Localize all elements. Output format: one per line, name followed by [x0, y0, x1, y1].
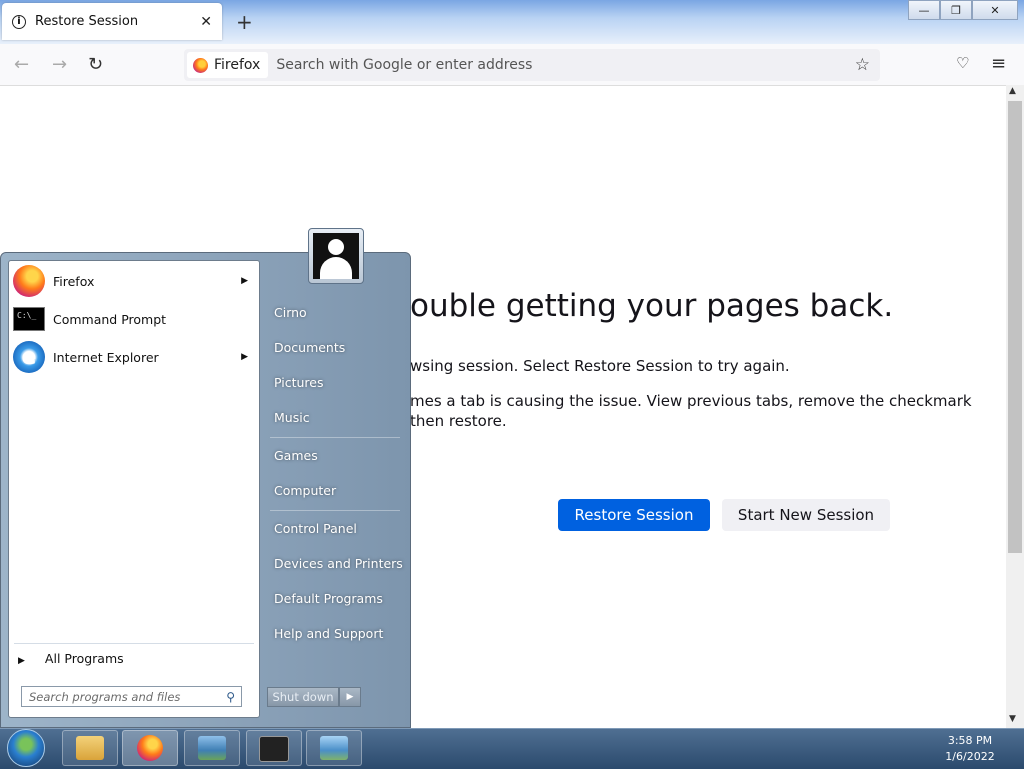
taskbar-firefox[interactable] [122, 730, 178, 766]
url-bar[interactable]: Firefox Search with Google or enter addr… [184, 49, 880, 81]
start-right-item-help-and-support[interactable]: Help and Support [274, 626, 383, 641]
clock-time: 3:58 PM [947, 734, 993, 747]
start-right-item-control-panel[interactable]: Control Panel [274, 521, 357, 536]
internet-explorer-icon: e [13, 341, 45, 373]
start-right-item-user[interactable]: Cirno [274, 305, 307, 320]
firefox-icon [13, 265, 45, 297]
star-icon[interactable]: ☆ [855, 55, 870, 75]
search-placeholder: Search programs and files [29, 689, 181, 704]
all-programs-button[interactable]: ▶ All Programs [18, 651, 124, 666]
submenu-arrow-icon: ▶ [241, 352, 248, 362]
command-prompt-icon: C:\_ [13, 307, 45, 331]
pocket-icon[interactable]: ♡ [956, 54, 969, 72]
url-input[interactable]: Search with Google or enter address [276, 57, 532, 73]
start-right-item-music[interactable]: Music [274, 410, 310, 425]
hamburger-menu-icon[interactable]: ≡ [991, 53, 1006, 74]
shut-down-button[interactable]: Shut down [267, 687, 339, 707]
start-new-session-button[interactable]: Start New Session [722, 499, 890, 531]
scroll-down-arrow-icon[interactable]: ▼ [1009, 714, 1016, 724]
program-label: Internet Explorer [53, 349, 159, 365]
start-right-item-devices-and-printers[interactable]: Devices and Printers [274, 556, 403, 571]
arrow-right-icon: ▶ [18, 656, 25, 666]
media-icon [320, 736, 348, 760]
new-tab-button[interactable]: + [236, 10, 253, 34]
info-icon: i [12, 14, 26, 29]
description-line-2: mes a tab is causing the issue. View pre… [410, 392, 972, 410]
taskbar-photo-viewer[interactable] [184, 730, 240, 766]
all-programs-label: All Programs [44, 651, 124, 666]
identity-label: Firefox [214, 57, 261, 73]
tab-title: Restore Session [35, 14, 139, 29]
taskbar-app[interactable] [246, 730, 302, 766]
separator [270, 437, 400, 438]
shut-down-options-arrow-icon[interactable]: ▶ [339, 687, 361, 707]
start-right-item-default-programs[interactable]: Default Programs [274, 591, 383, 606]
folder-icon [76, 736, 104, 760]
system-clock[interactable]: 3:58 PM 1/6/2022 [940, 733, 1000, 765]
tab-restore-session[interactable]: i Restore Session ✕ [2, 3, 222, 40]
user-avatar[interactable] [308, 228, 364, 284]
scrollbar-thumb[interactable] [1008, 101, 1022, 553]
reload-button[interactable]: ↻ [88, 54, 103, 75]
application-icon [259, 736, 289, 762]
firefox-icon [137, 735, 163, 761]
back-button[interactable]: ← [14, 54, 29, 75]
start-program-firefox[interactable]: Firefox ▶ [10, 264, 258, 298]
identity-box[interactable]: Firefox [187, 52, 269, 78]
firefox-logo-icon [193, 57, 208, 73]
start-right-item-computer[interactable]: Computer [274, 483, 336, 498]
program-label: Firefox [53, 273, 95, 289]
start-program-internet-explorer[interactable]: e Internet Explorer ▶ [10, 340, 258, 374]
program-label: Command Prompt [53, 311, 167, 327]
start-button[interactable] [7, 729, 45, 767]
restore-session-button[interactable]: Restore Session [558, 499, 710, 531]
separator [14, 643, 254, 644]
start-right-item-documents[interactable]: Documents [274, 340, 345, 355]
start-program-command-prompt[interactable]: C:\_ Command Prompt [10, 302, 258, 336]
page-title: ouble getting your pages back. [410, 288, 894, 324]
search-icon[interactable]: ⚲ [226, 690, 235, 704]
taskbar-explorer[interactable] [62, 730, 118, 766]
close-window-button[interactable]: ✕ [972, 0, 1018, 20]
start-search-input[interactable]: Search programs and files ⚲ [21, 686, 242, 707]
minimize-button[interactable]: — [908, 0, 940, 20]
scroll-up-arrow-icon[interactable]: ▲ [1009, 86, 1016, 96]
separator [270, 510, 400, 511]
description-line-1: wsing session. Select Restore Session to… [410, 357, 790, 375]
restore-button[interactable]: ❐ [940, 0, 972, 20]
window-controls: — ❐ ✕ [908, 0, 1018, 20]
close-tab-icon[interactable]: ✕ [200, 14, 212, 30]
picture-icon [198, 736, 226, 760]
start-right-item-pictures[interactable]: Pictures [274, 375, 324, 390]
clock-date: 1/6/2022 [945, 750, 995, 763]
forward-button[interactable]: → [52, 54, 67, 75]
description-line-3: then restore. [410, 412, 507, 430]
taskbar-media[interactable] [306, 730, 362, 766]
submenu-arrow-icon: ▶ [241, 276, 248, 286]
start-right-item-games[interactable]: Games [274, 448, 318, 463]
